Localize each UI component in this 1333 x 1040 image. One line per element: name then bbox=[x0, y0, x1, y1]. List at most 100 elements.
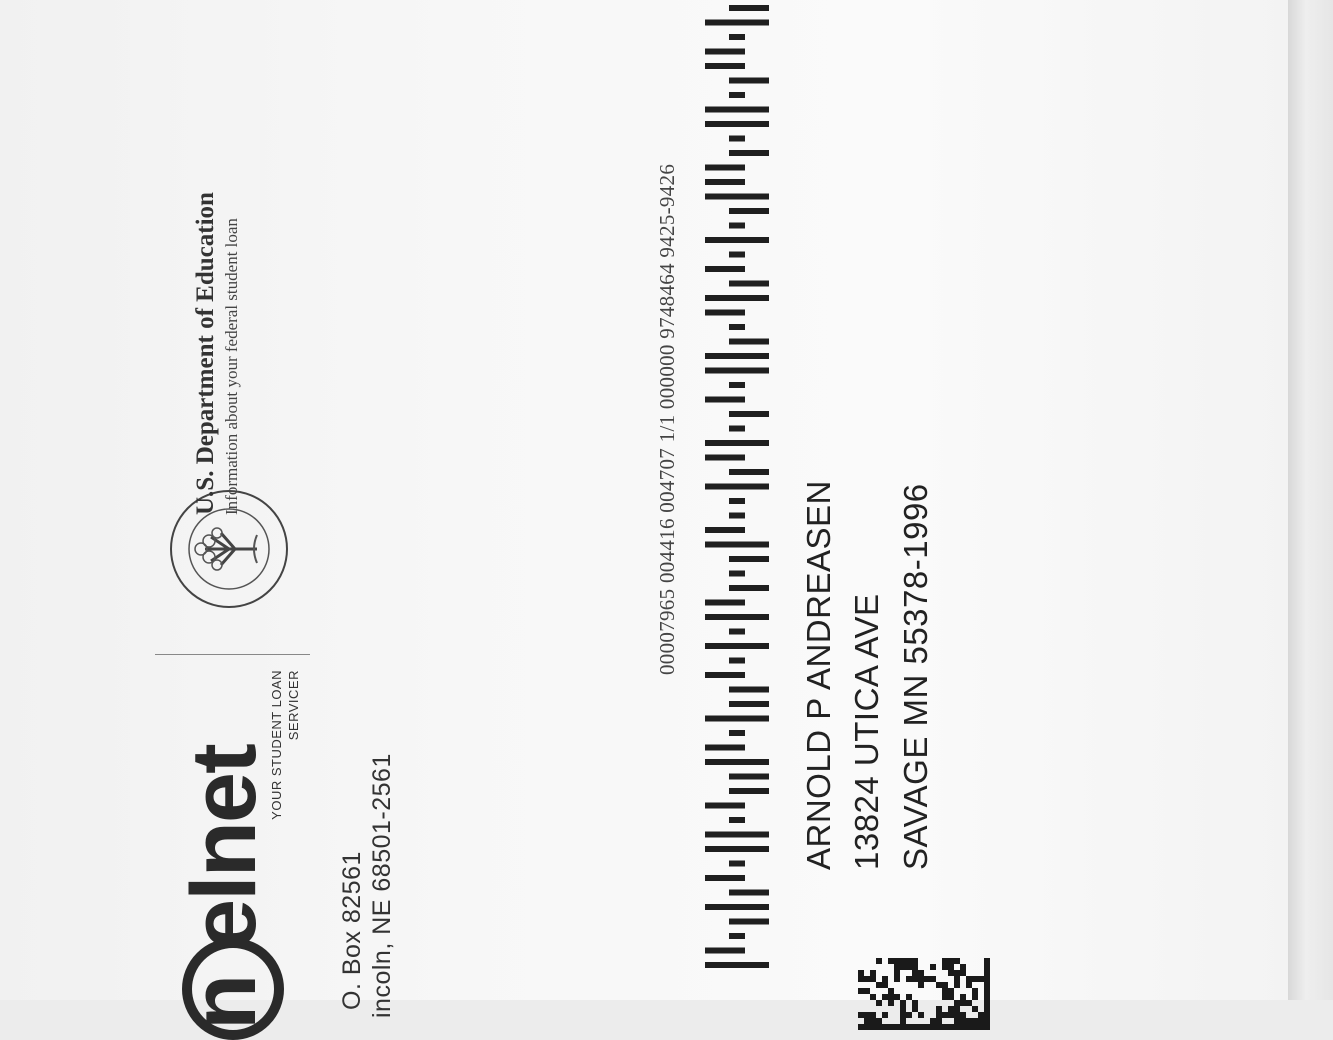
barcode-bar bbox=[729, 701, 769, 707]
barcode-bar bbox=[729, 889, 769, 896]
barcode-bar bbox=[729, 150, 769, 156]
mail-tracking-number: 00007965 004416 004707 1/1 000000 974846… bbox=[655, 163, 679, 675]
matrix-cell bbox=[966, 1018, 972, 1024]
matrix-cell bbox=[936, 982, 942, 988]
data-matrix-code bbox=[858, 958, 990, 1030]
barcode-bar bbox=[729, 5, 769, 11]
barcode-bar bbox=[729, 585, 769, 591]
barcode-bar bbox=[729, 933, 745, 939]
matrix-cell bbox=[864, 1024, 870, 1030]
matrix-cell bbox=[936, 1024, 942, 1030]
matrix-cell bbox=[966, 976, 972, 982]
matrix-cell bbox=[912, 958, 918, 964]
matrix-cell bbox=[900, 964, 906, 970]
matrix-cell bbox=[930, 976, 936, 982]
matrix-cell bbox=[906, 964, 912, 970]
matrix-cell bbox=[876, 1018, 882, 1024]
matrix-cell bbox=[954, 958, 960, 964]
matrix-cell bbox=[870, 1012, 876, 1018]
barcode-bar bbox=[705, 295, 769, 301]
matrix-cell bbox=[942, 958, 948, 964]
matrix-cell bbox=[960, 1024, 966, 1030]
matrix-cell bbox=[954, 970, 960, 976]
barcode-bar bbox=[729, 469, 769, 475]
letter-content: n elnet YOUR STUDENT LOAN SERVICER U.S. … bbox=[0, 0, 1333, 1040]
barcode-bar bbox=[705, 237, 769, 243]
matrix-cell bbox=[966, 1000, 972, 1006]
barcode-bar bbox=[705, 744, 745, 751]
return-address-line1: O. Box 82561 bbox=[338, 851, 366, 1010]
barcode-bar bbox=[705, 672, 745, 678]
barcode-bar bbox=[705, 353, 769, 359]
barcode-bar bbox=[729, 34, 745, 40]
matrix-cell bbox=[960, 994, 966, 1000]
matrix-cell bbox=[858, 1024, 864, 1030]
matrix-cell bbox=[942, 1024, 948, 1030]
barcode-bar bbox=[705, 643, 769, 649]
matrix-cell bbox=[882, 976, 888, 982]
matrix-cell bbox=[912, 970, 918, 976]
barcode-bar bbox=[729, 411, 769, 417]
matrix-cell bbox=[858, 988, 864, 994]
matrix-cell bbox=[972, 1018, 978, 1024]
barcode-bar bbox=[705, 193, 769, 200]
barcode-bar bbox=[729, 657, 745, 664]
servicer-logo-letter: n bbox=[173, 975, 275, 1030]
recipient-name: ARNOLD P ANDREASEN bbox=[800, 480, 837, 870]
barcode-bar bbox=[729, 208, 769, 214]
servicer-logo: elnet bbox=[173, 745, 275, 950]
matrix-cell bbox=[924, 976, 930, 982]
barcode-bar bbox=[729, 338, 769, 345]
matrix-cell bbox=[864, 1018, 870, 1024]
department-title: U.S. Department of Education bbox=[192, 192, 219, 515]
postal-barcode bbox=[705, 5, 769, 968]
barcode-bar bbox=[729, 918, 769, 925]
header-divider bbox=[155, 654, 310, 655]
matrix-cell bbox=[960, 964, 966, 970]
barcode-bar bbox=[729, 686, 769, 693]
matrix-cell bbox=[984, 994, 990, 1000]
matrix-cell bbox=[948, 988, 954, 994]
matrix-cell bbox=[912, 964, 918, 970]
matrix-cell bbox=[900, 1012, 906, 1018]
barcode-bar bbox=[705, 483, 769, 490]
barcode-bar bbox=[729, 817, 745, 823]
barcode-bar bbox=[729, 860, 745, 867]
barcode-bar bbox=[705, 715, 769, 722]
matrix-cell bbox=[936, 1018, 942, 1024]
barcode-bar bbox=[729, 628, 745, 635]
matrix-cell bbox=[870, 976, 876, 982]
matrix-cell bbox=[864, 976, 870, 982]
matrix-cell bbox=[966, 1024, 972, 1030]
matrix-cell bbox=[906, 976, 912, 982]
matrix-cell bbox=[888, 994, 894, 1000]
matrix-cell bbox=[870, 994, 876, 1000]
matrix-cell bbox=[984, 1012, 990, 1018]
return-address-line2: incoln, NE 68501-2561 bbox=[368, 753, 396, 1018]
barcode-bar bbox=[729, 382, 745, 388]
matrix-cell bbox=[918, 1024, 924, 1030]
barcode-bar bbox=[729, 92, 745, 98]
matrix-cell bbox=[954, 1012, 960, 1018]
barcode-bar bbox=[729, 77, 769, 84]
matrix-cell bbox=[882, 994, 888, 1000]
barcode-bar bbox=[705, 48, 745, 55]
matrix-cell bbox=[912, 1006, 918, 1012]
matrix-cell bbox=[906, 1024, 912, 1030]
matrix-cell bbox=[948, 958, 954, 964]
matrix-cell bbox=[984, 1006, 990, 1012]
matrix-cell bbox=[966, 982, 972, 988]
matrix-cell bbox=[954, 1006, 960, 1012]
barcode-bar bbox=[705, 121, 769, 127]
barcode-bar bbox=[705, 454, 745, 461]
barcode-bar bbox=[705, 179, 745, 185]
matrix-cell bbox=[930, 1024, 936, 1030]
matrix-cell bbox=[870, 970, 876, 976]
matrix-cell bbox=[978, 1024, 984, 1030]
barcode-bar bbox=[705, 541, 769, 548]
matrix-cell bbox=[984, 982, 990, 988]
barcode-bar bbox=[705, 947, 745, 954]
matrix-cell bbox=[900, 1006, 906, 1012]
barcode-bar bbox=[729, 570, 745, 577]
barcode-bar bbox=[729, 556, 769, 562]
